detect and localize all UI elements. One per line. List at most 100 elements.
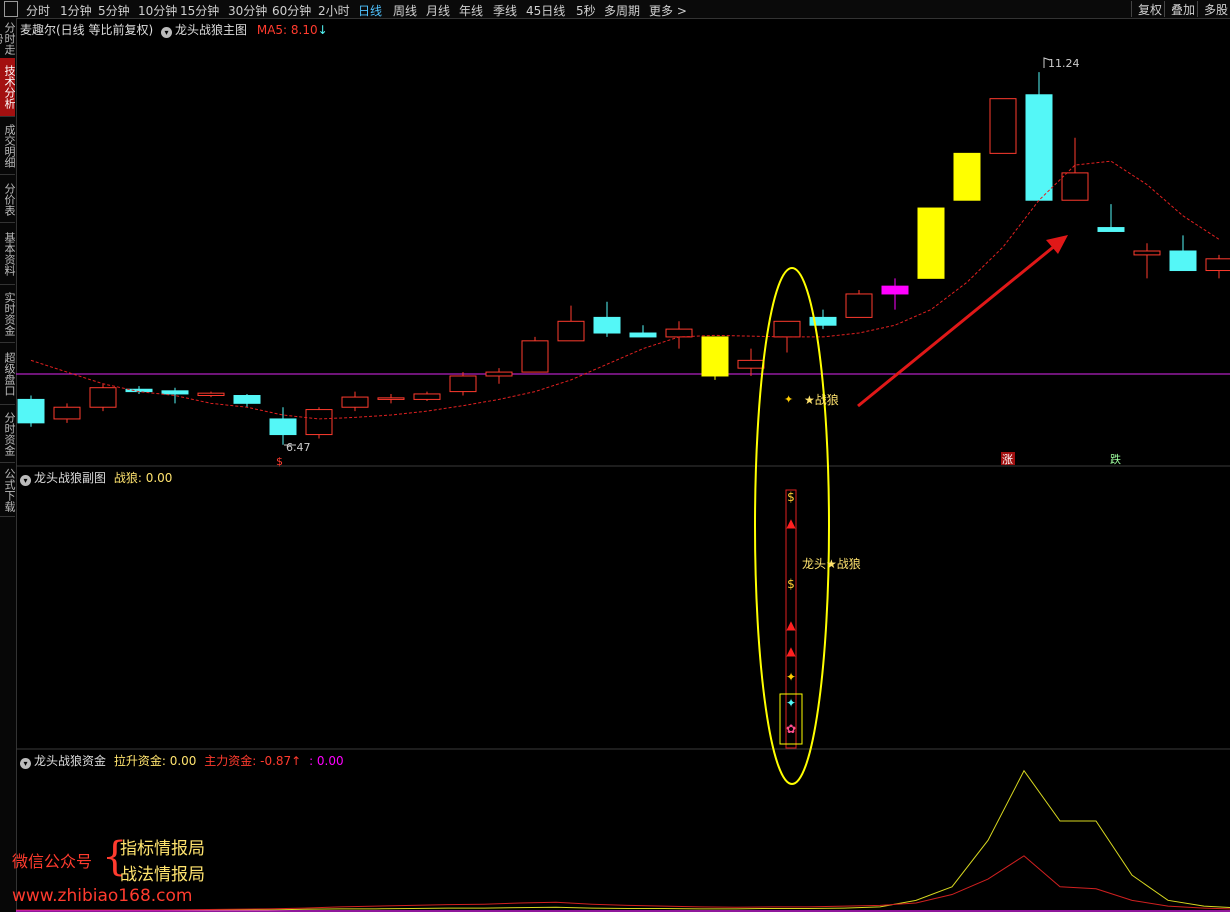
- candle-body: [197, 392, 225, 397]
- sub-indicator-name[interactable]: 龙头战狼副图: [34, 471, 106, 485]
- candle-body: [413, 393, 441, 400]
- candle-body: [557, 320, 585, 342]
- candle-body: [53, 406, 81, 420]
- sidebar-tab-5[interactable]: 实时资金: [0, 286, 16, 343]
- candle-body: [17, 398, 45, 424]
- candle-body: [449, 375, 477, 393]
- candle-body: [953, 152, 981, 201]
- candle-body: [233, 395, 261, 404]
- sidebar-tab-8[interactable]: 公式下载: [0, 464, 16, 517]
- fund-indicator-name[interactable]: 龙头战狼资金: [34, 754, 106, 768]
- promo-line2: 战法情报局: [120, 865, 205, 885]
- red-triangle-icon: ▲: [786, 516, 796, 530]
- period-tab-15[interactable]: 多周期: [604, 2, 640, 19]
- candle-body: [305, 409, 333, 436]
- main-indicator-name[interactable]: 龙头战狼主图: [175, 23, 247, 37]
- main-signal-text: ★战狼: [804, 392, 839, 407]
- period-tab-10[interactable]: 月线: [426, 2, 450, 19]
- candle-body: [881, 285, 909, 295]
- period-tab-6[interactable]: 60分钟: [272, 2, 311, 19]
- period-tab-12[interactable]: 季线: [493, 2, 517, 19]
- ma-arrow-icon: ↓: [317, 23, 328, 37]
- promo-line1: 指标情报局: [120, 839, 205, 859]
- candle-body: [485, 371, 513, 377]
- overlay-button[interactable]: 叠加: [1164, 1, 1195, 17]
- candle-body: [1061, 172, 1089, 201]
- period-tab-16[interactable]: 更多 >: [649, 2, 687, 19]
- period-tab-1[interactable]: 1分钟: [60, 2, 92, 19]
- candle-body: [773, 320, 801, 338]
- candle-body: [1097, 227, 1125, 232]
- period-tab-2[interactable]: 5分钟: [98, 2, 130, 19]
- candle-body: [1169, 250, 1197, 272]
- money-bag-icon: $: [787, 577, 795, 591]
- window-icon[interactable]: [4, 1, 18, 17]
- candle-body: [161, 390, 189, 395]
- buy-mark: $: [276, 455, 283, 468]
- flower-icon: ✿: [786, 722, 796, 736]
- sidebar-tab-0[interactable]: 分时走势: [0, 18, 16, 59]
- chart-area[interactable]: $ ▲ $ ▲ ▲ ✦ ✦ ✿ 11.24 6.47 $ ★战狼 ✦ 涨 跌 龙头★战狼: [16, 18, 1230, 912]
- promo-label: 微信公众号: [12, 852, 93, 871]
- candles-group: [17, 72, 1230, 445]
- red-triangle-icon: ▲: [786, 618, 796, 632]
- candle-body: [845, 293, 873, 318]
- period-tab-3[interactable]: 10分钟: [138, 2, 177, 19]
- high-label: 11.24: [1048, 57, 1080, 70]
- period-tab-13[interactable]: 45日线: [526, 2, 565, 19]
- die-label: 跌: [1110, 452, 1121, 466]
- sub-panel-title: ▾ 龙头战狼副图 战狼: 0.00: [20, 469, 172, 486]
- chevron-down-icon[interactable]: ▾: [20, 758, 31, 769]
- sidebar-tab-4[interactable]: 基本资料: [0, 224, 16, 285]
- butterfly-icon: ✦: [786, 670, 796, 684]
- candle-body: [1205, 258, 1230, 272]
- third-fund-label: : 0.00: [309, 754, 344, 768]
- butterfly-icon: ✦: [784, 393, 793, 406]
- candle-body: [665, 328, 693, 338]
- chevron-down-icon[interactable]: ▾: [20, 475, 31, 486]
- multi-stock-button[interactable]: 多股: [1197, 1, 1228, 17]
- trend-arrow: [857, 238, 1063, 408]
- fund-panel-title: ▾ 龙头战狼资金 拉升资金: 0.00 主力资金: -0.87↑ : 0.00: [20, 752, 344, 769]
- candle-body: [989, 98, 1017, 154]
- sub-value-label: 战狼: 0.00: [113, 471, 173, 485]
- sub-signal-text: 龙头★战狼: [802, 556, 861, 571]
- butterfly-icon: ✦: [786, 696, 796, 710]
- period-tab-11[interactable]: 年线: [459, 2, 483, 19]
- candle-body: [269, 418, 297, 436]
- sidebar-tab-3[interactable]: 分价表: [0, 176, 16, 223]
- stock-name: 麦趣尔(日线 等比前复权): [20, 23, 154, 37]
- low-label: 6.47: [286, 441, 311, 454]
- candle-body: [917, 207, 945, 279]
- period-tab-4[interactable]: 15分钟: [180, 2, 219, 19]
- sidebar-tab-2[interactable]: 成交明细: [0, 118, 16, 175]
- red-triangle-icon: ▲: [786, 644, 796, 658]
- money-bag-icon: $: [787, 490, 795, 504]
- candle-body: [737, 359, 765, 369]
- ma5-label: MA5: 8.10: [256, 23, 318, 37]
- candle-body: [341, 396, 369, 408]
- main-panel-title: 麦趣尔(日线 等比前复权) ▾ 龙头战狼主图 MA5: 8.10↓: [20, 21, 328, 38]
- fuquan-button[interactable]: 复权: [1131, 1, 1162, 17]
- period-tab-5[interactable]: 30分钟: [228, 2, 267, 19]
- period-tab-14[interactable]: 5秒: [576, 2, 596, 19]
- promo-url: www.zhibiao168.com: [12, 886, 193, 906]
- up-arrow-icon: ↑: [291, 754, 302, 768]
- side-tab-bar: 分时走势技术分析成交明细分价表基本资料实时资金超级盘口分时资金公式下载: [0, 18, 17, 912]
- candle-body: [1133, 250, 1161, 256]
- main-fund-label: 主力资金: -0.87: [204, 754, 292, 768]
- signal-icons: $ ▲ $ ▲ ▲ ✦ ✦ ✿: [786, 490, 796, 736]
- period-toolbar: 分时 1分钟 5分钟 10分钟 15分钟 30分钟 60分钟 2小时 日线 周线 月线 年线 季线 45日…: [0, 0, 1230, 19]
- candle-body: [701, 336, 729, 377]
- period-tab-9[interactable]: 周线: [393, 2, 417, 19]
- zhang-label: 涨: [1002, 453, 1013, 466]
- sidebar-tab-7[interactable]: 分时资金: [0, 406, 16, 463]
- sidebar-tab-1[interactable]: 技术分析: [0, 58, 16, 117]
- sidebar-tab-6[interactable]: 超级盘口: [0, 344, 16, 405]
- period-tab-0[interactable]: 分时: [26, 2, 50, 19]
- candle-body: [593, 316, 621, 334]
- candle-body: [521, 340, 549, 373]
- period-tab-7[interactable]: 2小时: [318, 2, 350, 19]
- period-tab-8[interactable]: 日线: [358, 2, 382, 19]
- chevron-down-icon[interactable]: ▾: [161, 27, 173, 38]
